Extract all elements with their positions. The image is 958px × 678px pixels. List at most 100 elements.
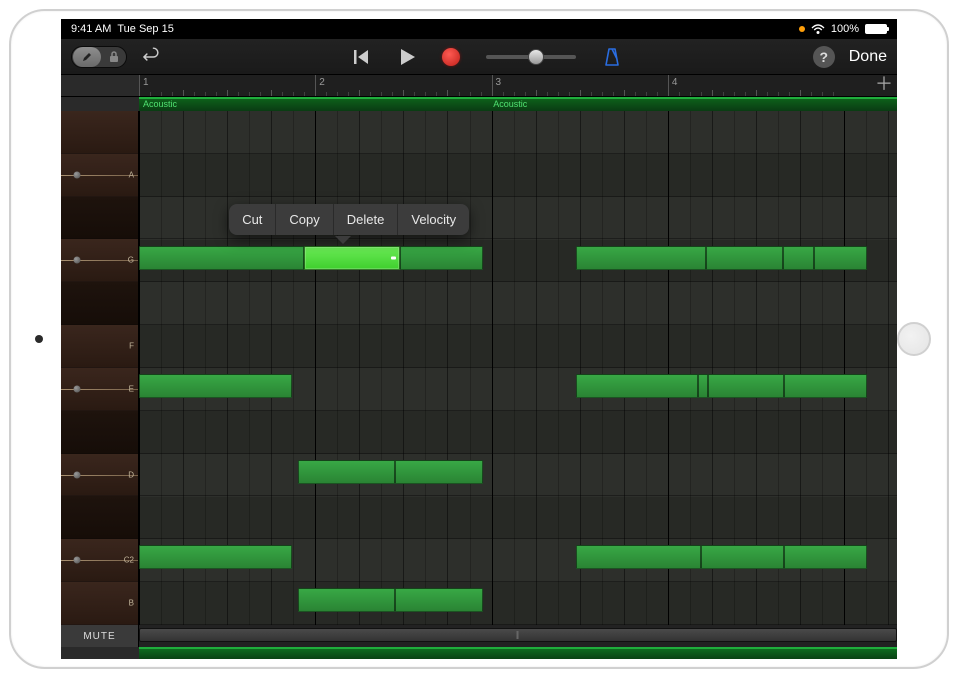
record-button[interactable]	[442, 48, 460, 66]
midi-note[interactable]	[576, 246, 706, 270]
undo-button[interactable]	[141, 46, 163, 68]
horizontal-scrollbar[interactable]	[139, 625, 897, 647]
grid-row	[139, 325, 897, 368]
help-button[interactable]: ?	[813, 46, 835, 68]
region-header: AcousticAcoustic	[61, 97, 897, 111]
grid-row	[139, 111, 897, 154]
context-menu-arrow-icon	[335, 236, 351, 244]
midi-note[interactable]	[395, 588, 483, 612]
fret-label: A	[129, 170, 134, 179]
midi-note[interactable]	[139, 374, 292, 398]
region-block[interactable]: Acoustic	[139, 97, 489, 111]
midi-note[interactable]	[304, 246, 400, 270]
status-time: 9:41 AM	[71, 23, 111, 35]
fret-dot-icon	[74, 257, 81, 264]
fret-row: G	[61, 239, 138, 282]
fretboard: A G F E D C2 B	[61, 111, 139, 625]
fret-dot-icon	[74, 471, 81, 478]
midi-note[interactable]	[698, 374, 708, 398]
context-menu-item[interactable]: Velocity	[398, 204, 469, 235]
play-button[interactable]	[400, 48, 416, 66]
fret-label: E	[129, 384, 134, 393]
midi-note[interactable]	[708, 374, 784, 398]
midi-note[interactable]	[139, 545, 292, 569]
region-block[interactable]: Acoustic	[489, 97, 897, 111]
bar-marker: 4	[668, 75, 678, 96]
fret-row: F	[61, 325, 138, 368]
fret-row	[61, 197, 138, 240]
overview-strip	[61, 647, 897, 659]
help-label: ?	[819, 49, 828, 65]
context-menu-item[interactable]: Copy	[276, 204, 333, 235]
status-date: Tue Sep 15	[117, 23, 173, 35]
midi-note[interactable]	[395, 460, 483, 484]
done-button[interactable]: Done	[849, 48, 887, 66]
screen: 9:41 AM Tue Sep 15 100%	[61, 19, 897, 659]
battery-percent: 100%	[831, 23, 859, 35]
bar-marker: 1	[139, 75, 149, 96]
view-toggle[interactable]	[71, 46, 127, 68]
midi-note[interactable]	[706, 246, 783, 270]
ruler-gutter	[61, 75, 139, 96]
fret-row	[61, 496, 138, 539]
bar-marker: 2	[315, 75, 325, 96]
fret-label: F	[129, 342, 134, 351]
toolbar: ? Done	[61, 39, 897, 75]
fret-row: C2	[61, 539, 138, 582]
grid-row	[139, 582, 897, 625]
midi-note[interactable]	[298, 588, 395, 612]
region-track[interactable]: AcousticAcoustic	[139, 97, 897, 111]
ruler-row: ＋ 1 2 3 4	[61, 75, 897, 97]
midi-note[interactable]	[576, 545, 702, 569]
status-bar: 9:41 AM Tue Sep 15 100%	[61, 19, 897, 39]
footer-row: MUTE	[61, 625, 897, 647]
privacy-indicator-icon	[799, 26, 805, 32]
battery-icon	[865, 24, 887, 34]
grid-row	[139, 154, 897, 197]
midi-note[interactable]	[576, 374, 699, 398]
fret-row	[61, 411, 138, 454]
ruler[interactable]: ＋ 1 2 3 4	[139, 75, 897, 96]
context-menu-item[interactable]: Delete	[334, 204, 399, 235]
metronome-button[interactable]	[602, 47, 622, 67]
bar-marker: 3	[492, 75, 502, 96]
note-grid[interactable]: CutCopyDeleteVelocity	[139, 111, 897, 625]
wifi-icon	[811, 24, 825, 34]
fret-dot-icon	[74, 171, 81, 178]
grid-row	[139, 282, 897, 325]
master-volume-slider[interactable]	[486, 55, 576, 59]
fret-label: G	[128, 256, 134, 265]
context-menu-item[interactable]: Cut	[229, 204, 276, 235]
pencil-icon	[73, 47, 101, 67]
midi-note[interactable]	[784, 545, 867, 569]
fret-row: E	[61, 368, 138, 411]
scrollbar-thumb[interactable]	[139, 628, 897, 642]
fret-label: D	[128, 470, 134, 479]
home-button[interactable]	[897, 322, 931, 356]
grid-row	[139, 497, 897, 540]
midi-note[interactable]	[783, 246, 813, 270]
fret-row	[61, 282, 138, 325]
midi-note[interactable]	[784, 374, 867, 398]
grid-row	[139, 411, 897, 454]
editor: A G F E D C2 B CutCopyDeleteVelocity	[61, 111, 897, 625]
lock-icon	[108, 50, 120, 64]
midi-note[interactable]	[139, 246, 304, 270]
midi-note[interactable]	[701, 545, 784, 569]
fret-row: A	[61, 154, 138, 197]
front-camera	[35, 335, 43, 343]
midi-note[interactable]	[400, 246, 483, 270]
slider-thumb[interactable]	[528, 49, 544, 65]
grid-row	[139, 454, 897, 497]
rewind-button[interactable]	[354, 49, 374, 65]
add-bar-button[interactable]: ＋	[875, 77, 893, 91]
midi-note[interactable]	[814, 246, 867, 270]
mute-button[interactable]: MUTE	[61, 625, 139, 647]
region-gutter	[61, 97, 139, 111]
fret-row: B	[61, 582, 138, 625]
fret-label: C2	[124, 556, 134, 565]
fret-dot-icon	[74, 385, 81, 392]
midi-note[interactable]	[298, 460, 395, 484]
ipad-frame: 9:41 AM Tue Sep 15 100%	[9, 9, 949, 669]
fret-label: B	[129, 599, 134, 608]
